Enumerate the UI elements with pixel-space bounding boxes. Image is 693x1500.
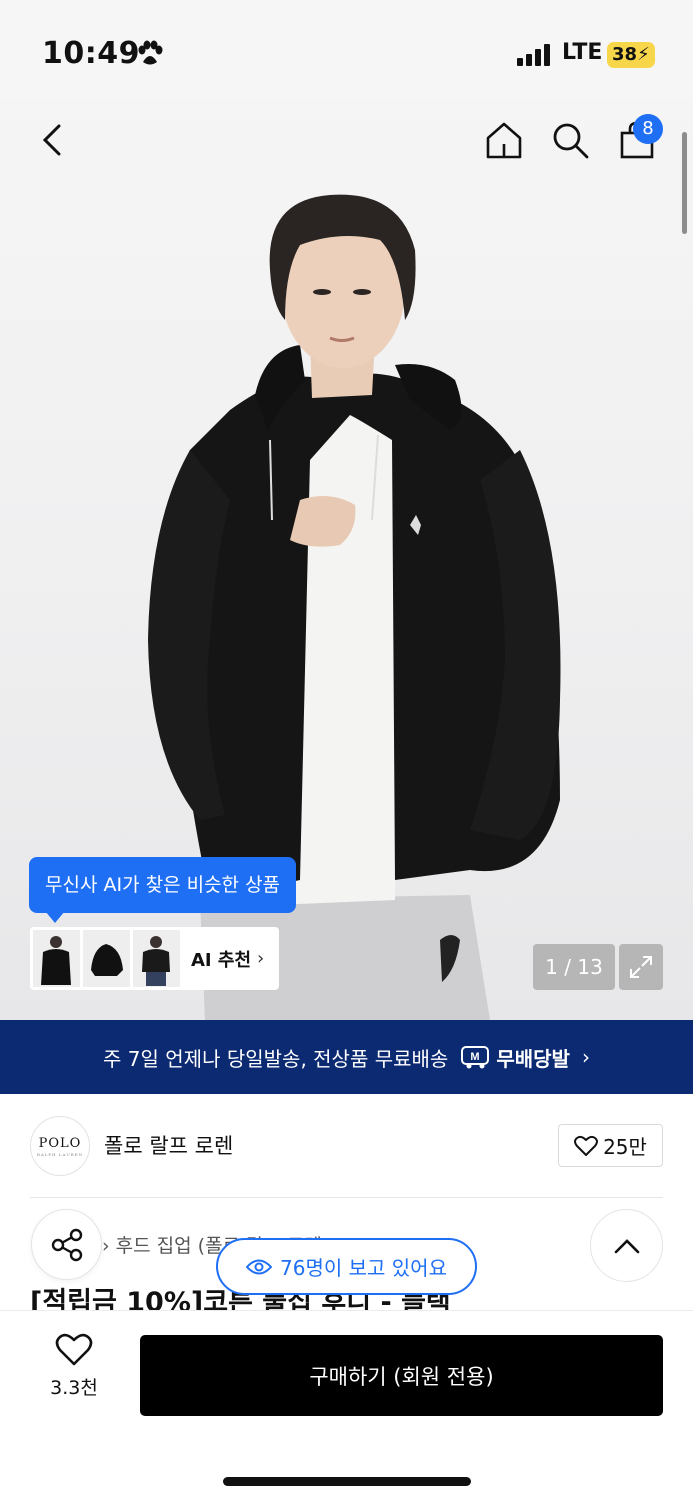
ai-thumb-2 — [83, 930, 130, 987]
viewers-count-pill: 76명이 보고 있어요 — [216, 1238, 477, 1295]
svg-text:M: M — [471, 1051, 480, 1063]
ai-thumb-3 — [133, 930, 180, 987]
brand-name[interactable]: 폴로 랄프 로렌 — [104, 1130, 233, 1160]
image-page-indicator: 1 / 13 — [533, 944, 615, 990]
share-icon — [51, 1228, 82, 1261]
wishlist-count: 3.3천 — [50, 1377, 98, 1399]
shipping-banner-text: 주 7일 언제나 당일발송, 전상품 무료배송 — [103, 1046, 449, 1071]
chevron-right-icon: › — [102, 1235, 110, 1257]
search-button[interactable] — [548, 118, 592, 162]
brand-logo[interactable]: POLO RALPH LAUREN — [30, 1116, 90, 1176]
viewers-count-text: 76명이 보고 있어요 — [280, 1256, 447, 1280]
brand-row: POLO RALPH LAUREN 폴로 랄프 로렌 25만 — [0, 1094, 693, 1198]
heart-icon — [55, 1333, 93, 1366]
ai-thumb-1 — [33, 930, 80, 987]
home-indicator[interactable] — [223, 1477, 471, 1486]
wishlist-button[interactable]: 3.3천 — [30, 1333, 118, 1413]
expand-image-button[interactable] — [619, 944, 663, 990]
brand-logo-subtext: RALPH LAUREN — [36, 1151, 84, 1157]
share-button[interactable] — [31, 1209, 102, 1280]
shipping-brand-label: 무배당발 — [496, 1046, 570, 1071]
divider — [30, 1197, 663, 1198]
charging-icon: ⚡ — [637, 44, 650, 65]
signal-icon — [517, 44, 550, 66]
back-button[interactable] — [30, 118, 74, 162]
heart-icon — [574, 1135, 599, 1156]
top-nav — [0, 100, 693, 180]
expand-icon — [630, 956, 652, 978]
brand-like-button[interactable]: 25만 — [558, 1124, 663, 1167]
brand-logo-text: POLO — [38, 1135, 82, 1151]
cart-count-badge: 8 — [633, 114, 663, 144]
buy-button[interactable]: 구매하기 (회원 전용) — [140, 1335, 663, 1416]
delivery-truck-icon: M — [461, 1046, 490, 1069]
paw-icon — [138, 40, 163, 65]
home-button[interactable] — [482, 118, 526, 162]
battery-level: 38 — [612, 44, 638, 65]
ai-recommend-button[interactable]: AI 추천 › — [30, 927, 279, 990]
back-arrow-icon — [42, 124, 61, 156]
ai-recommend-label: AI 추천 — [191, 949, 252, 971]
home-icon — [486, 122, 522, 159]
shipping-brand: M 무배당발 — [460, 1043, 570, 1072]
scroll-to-top-button[interactable] — [590, 1209, 663, 1282]
clock: 10:49 — [42, 36, 140, 71]
carrier-label: LTE — [562, 40, 603, 65]
battery-indicator: 38⚡ — [607, 42, 655, 68]
chevron-up-icon — [614, 1238, 639, 1253]
chevron-right-icon: › — [581, 1045, 590, 1069]
eye-icon — [246, 1259, 273, 1274]
status-bar: 10:49 LTE 38⚡ — [0, 0, 693, 100]
chevron-right-icon: › — [257, 948, 265, 969]
search-icon — [553, 123, 589, 159]
ai-similar-tooltip[interactable]: 무신사 AI가 찾은 비슷한 상품 — [29, 857, 297, 923]
shipping-banner[interactable]: 주 7일 언제나 당일발송, 전상품 무료배송 M 무배당발 › — [0, 1020, 693, 1094]
bottom-action-bar: 3.3천 구매하기 (회원 전용) — [0, 1310, 693, 1500]
scrollbar[interactable] — [682, 132, 687, 234]
brand-like-count: 25만 — [603, 1135, 647, 1159]
